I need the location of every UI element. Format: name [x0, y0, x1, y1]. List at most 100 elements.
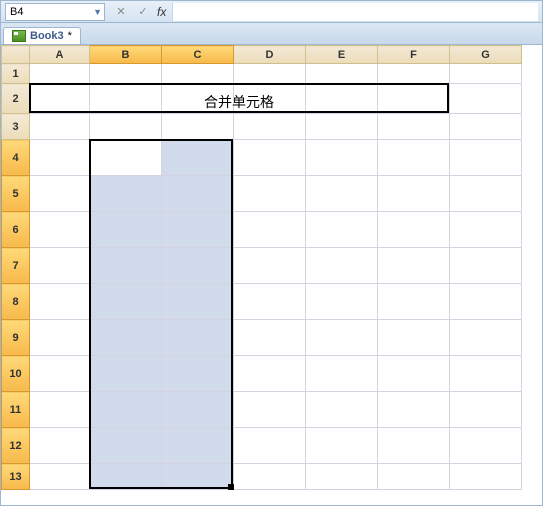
cell-D2[interactable] — [234, 84, 306, 114]
cell-C7[interactable] — [162, 248, 234, 284]
cell-A13[interactable] — [30, 464, 90, 490]
cell-E9[interactable] — [306, 320, 378, 356]
cell-B2[interactable] — [90, 84, 162, 114]
row-header-4[interactable]: 4 — [2, 140, 30, 176]
cell-G11[interactable] — [450, 392, 522, 428]
workbook-tab[interactable]: Book3 * — [3, 27, 81, 44]
cell-F1[interactable] — [378, 64, 450, 84]
column-header-B[interactable]: B — [90, 46, 162, 64]
row-header-6[interactable]: 6 — [2, 212, 30, 248]
cell-E7[interactable] — [306, 248, 378, 284]
cell-A8[interactable] — [30, 284, 90, 320]
cell-F8[interactable] — [378, 284, 450, 320]
cell-F6[interactable] — [378, 212, 450, 248]
cell-F4[interactable] — [378, 140, 450, 176]
row-header-10[interactable]: 10 — [2, 356, 30, 392]
cell-G7[interactable] — [450, 248, 522, 284]
cell-B7[interactable] — [90, 248, 162, 284]
fx-icon[interactable]: fx — [157, 5, 166, 19]
cell-C10[interactable] — [162, 356, 234, 392]
row-header-9[interactable]: 9 — [2, 320, 30, 356]
cell-C4[interactable] — [162, 140, 234, 176]
cell-B3[interactable] — [90, 114, 162, 140]
cell-D6[interactable] — [234, 212, 306, 248]
cell-E6[interactable] — [306, 212, 378, 248]
cell-F2[interactable] — [378, 84, 450, 114]
cell-D5[interactable] — [234, 176, 306, 212]
cell-F7[interactable] — [378, 248, 450, 284]
cell-D1[interactable] — [234, 64, 306, 84]
cell-D12[interactable] — [234, 428, 306, 464]
cell-A5[interactable] — [30, 176, 90, 212]
row-header-11[interactable]: 11 — [2, 392, 30, 428]
row-header-2[interactable]: 2 — [2, 84, 30, 114]
cell-D11[interactable] — [234, 392, 306, 428]
cell-A11[interactable] — [30, 392, 90, 428]
cell-D4[interactable] — [234, 140, 306, 176]
cell-F5[interactable] — [378, 176, 450, 212]
column-header-C[interactable]: C — [162, 46, 234, 64]
cell-C11[interactable] — [162, 392, 234, 428]
cell-E1[interactable] — [306, 64, 378, 84]
cell-E11[interactable] — [306, 392, 378, 428]
cell-E4[interactable] — [306, 140, 378, 176]
cell-C12[interactable] — [162, 428, 234, 464]
cell-C6[interactable] — [162, 212, 234, 248]
cell-C3[interactable] — [162, 114, 234, 140]
cell-G12[interactable] — [450, 428, 522, 464]
cell-G9[interactable] — [450, 320, 522, 356]
cell-B9[interactable] — [90, 320, 162, 356]
cell-E12[interactable] — [306, 428, 378, 464]
cell-A3[interactable] — [30, 114, 90, 140]
cell-G3[interactable] — [450, 114, 522, 140]
cell-F3[interactable] — [378, 114, 450, 140]
column-header-A[interactable]: A — [30, 46, 90, 64]
accept-formula-icon[interactable]: ✓ — [135, 5, 151, 18]
cancel-formula-icon[interactable]: ✕ — [113, 5, 129, 18]
row-header-7[interactable]: 7 — [2, 248, 30, 284]
cell-E10[interactable] — [306, 356, 378, 392]
cell-B4[interactable] — [90, 140, 162, 176]
column-header-F[interactable]: F — [378, 46, 450, 64]
cell-F12[interactable] — [378, 428, 450, 464]
cell-D13[interactable] — [234, 464, 306, 490]
cell-D3[interactable] — [234, 114, 306, 140]
cell-A7[interactable] — [30, 248, 90, 284]
cell-G2[interactable] — [450, 84, 522, 114]
select-all-corner[interactable] — [2, 46, 30, 64]
cell-G10[interactable] — [450, 356, 522, 392]
cell-D8[interactable] — [234, 284, 306, 320]
cell-F11[interactable] — [378, 392, 450, 428]
cell-E13[interactable] — [306, 464, 378, 490]
row-header-3[interactable]: 3 — [2, 114, 30, 140]
cell-A4[interactable] — [30, 140, 90, 176]
cell-D7[interactable] — [234, 248, 306, 284]
cell-G8[interactable] — [450, 284, 522, 320]
cell-E8[interactable] — [306, 284, 378, 320]
cell-G6[interactable] — [450, 212, 522, 248]
cell-E2[interactable] — [306, 84, 378, 114]
cell-A6[interactable] — [30, 212, 90, 248]
cell-D9[interactable] — [234, 320, 306, 356]
cell-G13[interactable] — [450, 464, 522, 490]
name-box-dropdown-icon[interactable]: ▼ — [93, 7, 102, 17]
cell-A9[interactable] — [30, 320, 90, 356]
cell-C1[interactable] — [162, 64, 234, 84]
cell-A10[interactable] — [30, 356, 90, 392]
row-header-1[interactable]: 1 — [2, 64, 30, 84]
cell-B5[interactable] — [90, 176, 162, 212]
cell-B10[interactable] — [90, 356, 162, 392]
cell-A1[interactable] — [30, 64, 90, 84]
cell-C5[interactable] — [162, 176, 234, 212]
cell-G4[interactable] — [450, 140, 522, 176]
row-header-5[interactable]: 5 — [2, 176, 30, 212]
cell-B12[interactable] — [90, 428, 162, 464]
row-header-8[interactable]: 8 — [2, 284, 30, 320]
cell-F9[interactable] — [378, 320, 450, 356]
cell-D10[interactable] — [234, 356, 306, 392]
cell-B1[interactable] — [90, 64, 162, 84]
cell-F13[interactable] — [378, 464, 450, 490]
cell-B13[interactable] — [90, 464, 162, 490]
cell-F10[interactable] — [378, 356, 450, 392]
cell-A12[interactable] — [30, 428, 90, 464]
